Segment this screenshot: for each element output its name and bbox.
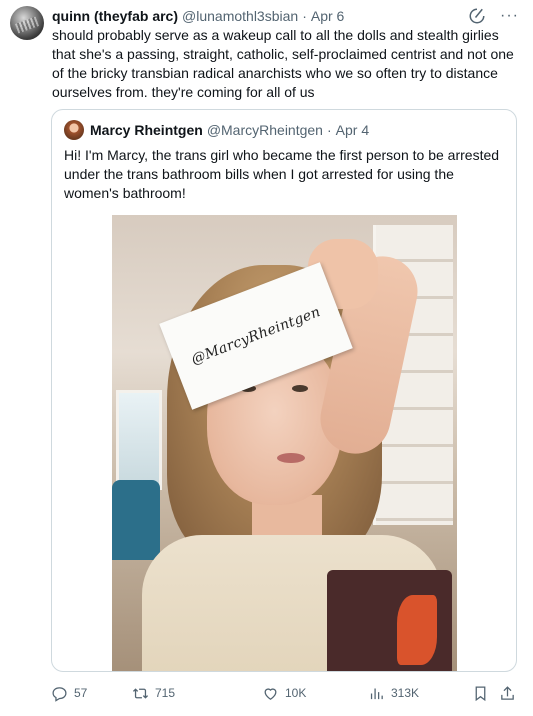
like-count: 10K xyxy=(285,686,307,700)
tweet-header: quinn (theyfab arc) @lunamothl3sbian · A… xyxy=(52,6,519,26)
quoted-author-handle[interactable]: @MarcyRheintgen xyxy=(207,122,323,138)
like-button[interactable]: 10K xyxy=(262,682,306,704)
action-bar: 57 715 10K 313K xyxy=(51,682,521,704)
photo-lips xyxy=(277,453,305,463)
views-count: 313K xyxy=(391,686,420,700)
quoted-author-avatar[interactable] xyxy=(64,120,84,140)
separator-dot: · xyxy=(326,122,332,138)
retweet-icon xyxy=(132,687,149,699)
photo-shirt-print xyxy=(327,570,452,671)
views-icon xyxy=(370,688,383,699)
separator-dot: · xyxy=(302,8,307,24)
quoted-tweet-header: Marcy Rheintgen @MarcyRheintgen · Apr 4 xyxy=(64,120,369,140)
photo-eye xyxy=(292,385,308,392)
author-avatar[interactable] xyxy=(10,6,44,40)
photo-window xyxy=(116,390,162,490)
heart-icon xyxy=(264,687,277,700)
retweet-count: 715 xyxy=(155,686,176,700)
grok-icon[interactable] xyxy=(468,7,486,25)
quoted-tweet-photo[interactable]: @MarcyRheintgen xyxy=(112,215,457,671)
quoted-author-name[interactable]: Marcy Rheintgen xyxy=(90,122,203,138)
photo-sign-text: @MarcyRheintgen xyxy=(189,304,323,368)
reply-count: 57 xyxy=(74,686,88,700)
reply-button[interactable]: 57 xyxy=(51,682,87,704)
quoted-tweet-text: Hi! I'm Marcy, the trans girl who became… xyxy=(64,147,500,201)
tweet: quinn (theyfab arc) @lunamothl3sbian · A… xyxy=(0,0,533,716)
reply-icon xyxy=(52,686,67,702)
quoted-tweet-date[interactable]: Apr 4 xyxy=(336,122,369,138)
more-icon[interactable]: ··· xyxy=(500,8,519,24)
author-name[interactable]: quinn (theyfab arc) xyxy=(52,8,178,24)
share-button[interactable] xyxy=(499,682,516,704)
share-icon xyxy=(501,685,514,700)
views-button[interactable]: 313K xyxy=(368,682,419,704)
quoted-tweet[interactable]: Marcy Rheintgen @MarcyRheintgen · Apr 4 … xyxy=(51,109,517,672)
tweet-text: should probably serve as a wakeup call t… xyxy=(52,27,514,100)
retweet-button[interactable]: 715 xyxy=(132,682,175,704)
tweet-date[interactable]: Apr 6 xyxy=(311,8,344,24)
bookmark-button[interactable] xyxy=(472,682,489,704)
photo-chair xyxy=(112,480,160,560)
author-handle[interactable]: @lunamothl3sbian xyxy=(182,8,298,24)
bookmark-icon xyxy=(475,685,486,701)
